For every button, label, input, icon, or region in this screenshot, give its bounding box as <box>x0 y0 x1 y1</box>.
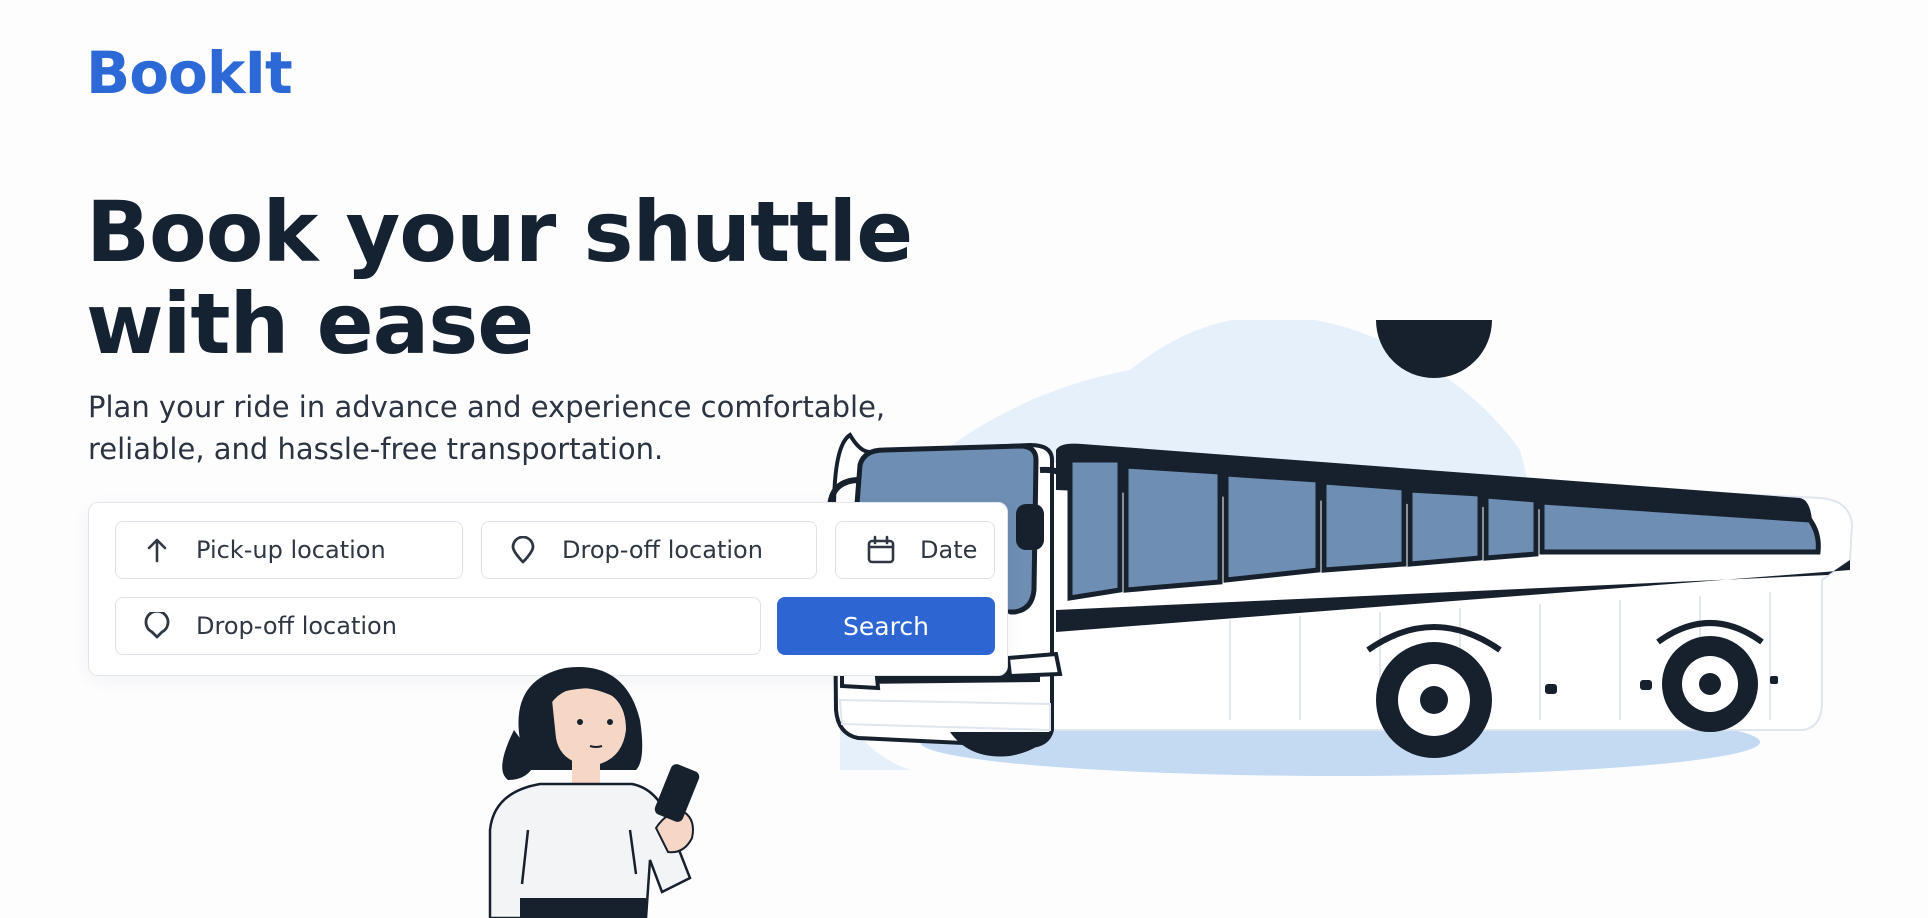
search-button[interactable]: Search <box>777 597 995 655</box>
calendar-icon <box>864 533 898 567</box>
map-pin-icon <box>140 609 174 643</box>
date-placeholder: Date <box>920 536 978 564</box>
dropoff-location-input[interactable]: Drop-off location <box>481 521 817 579</box>
subhead-line-1: Plan your ride in advance and experience… <box>88 390 886 424</box>
pickup-location-placeholder: Pick-up location <box>196 536 386 564</box>
secondary-dropoff-location-input[interactable]: Drop-off location <box>115 597 761 655</box>
woman-with-phone-illustration <box>488 667 700 918</box>
headline-line-2: with ease <box>86 275 534 373</box>
pickup-location-input[interactable]: Pick-up location <box>115 521 463 579</box>
secondary-dropoff-location-placeholder: Drop-off location <box>196 612 397 640</box>
dropoff-location-placeholder: Drop-off location <box>562 536 763 564</box>
arrow-up-icon <box>140 533 174 567</box>
headline-line-1: Book your shuttle <box>86 183 913 281</box>
booking-search-form: Pick-up location Drop-off location Date … <box>88 502 1008 676</box>
subhead-line-2: reliable, and hassle-free transportation… <box>88 432 664 466</box>
map-pin-icon <box>506 533 540 567</box>
date-input[interactable]: Date <box>835 521 995 579</box>
landing-page: BookIt Book your shuttle with ease Plan … <box>0 0 1928 918</box>
brand-logo[interactable]: BookIt <box>86 44 293 102</box>
